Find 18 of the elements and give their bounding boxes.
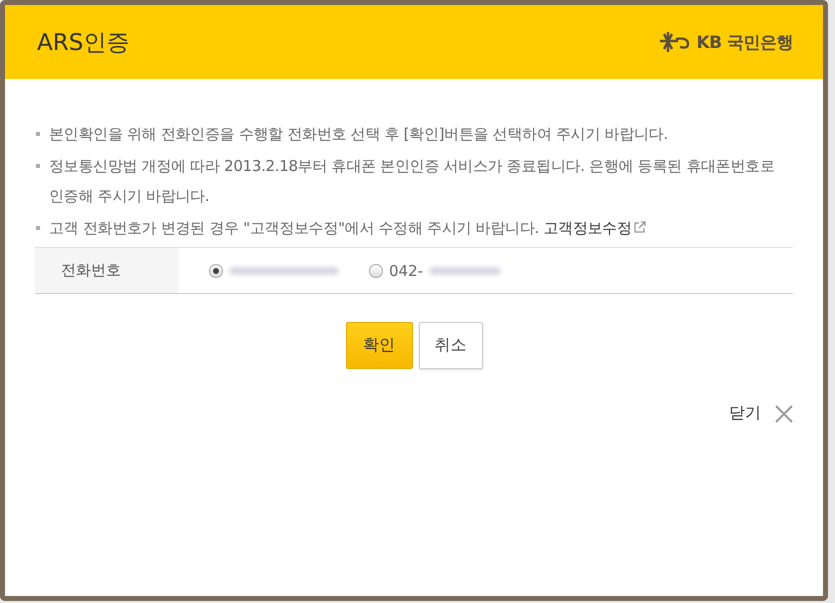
brand-name: KB 국민은행 — [696, 32, 793, 54]
phone-number: 042- — [389, 262, 424, 280]
edit-info-link[interactable]: 고객정보수정 — [543, 219, 646, 237]
cancel-button[interactable]: 취소 — [418, 322, 482, 369]
external-link-icon — [634, 221, 646, 233]
phone-radio[interactable] — [369, 264, 383, 278]
bullet-icon — [36, 132, 40, 136]
dialog-title: ARS인증 — [37, 28, 130, 58]
close-button[interactable]: 닫기 — [729, 403, 793, 424]
confirm-button[interactable]: 확인 — [346, 322, 412, 369]
notice-text: 고객 전화번호가 변경된 경우 "고객정보수정"에서 수정해 주시기 바랍니다. — [49, 219, 540, 237]
notice-text: 정보통신망법 개정에 따라 2013.2.18부터 휴대폰 본인인증 서비스가 종료됩니다. 은행에 등록된 휴대폰번호로 인증해 주시기 바랍니다. — [49, 157, 774, 205]
close-icon — [775, 404, 793, 422]
notice-text: 본인확인을 위해 전화인증을 수행할 전화번호 선택 후 [확인]버튼을 선택하여 주시기 바랍니다. — [49, 125, 668, 143]
row-label: 전화번호 — [35, 248, 179, 293]
bullet-icon — [36, 226, 40, 230]
phone-radio[interactable] — [209, 264, 223, 278]
bullet-icon — [36, 164, 40, 168]
